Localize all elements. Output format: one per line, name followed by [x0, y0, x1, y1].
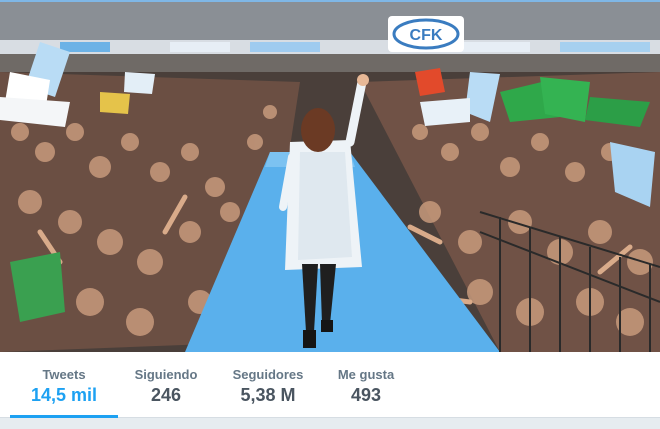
following-label: Siguiendo — [134, 367, 198, 382]
followers-label: Seguidores — [232, 367, 304, 382]
followers-count: 5,38 M — [240, 385, 296, 405]
profile-banner-image[interactable]: CFK — [0, 0, 660, 352]
following-count: 246 — [150, 385, 182, 405]
likes-tab[interactable]: Me gusta 493 — [328, 352, 404, 418]
profile-stats-nav: Tweets 14,5 mil Siguiendo 246 Seguidores… — [0, 352, 660, 418]
tweets-tab[interactable]: Tweets 14,5 mil — [10, 352, 118, 418]
profile-header: CFK Tweets 14,5 mil Siguiendo 246 Seguid… — [0, 0, 660, 429]
tweets-count: 14,5 mil — [30, 385, 98, 405]
page-background-strip — [0, 418, 660, 429]
likes-label: Me gusta — [337, 367, 395, 382]
rally-photo: CFK — [0, 2, 660, 352]
followers-tab[interactable]: Seguidores 5,38 M — [225, 352, 311, 418]
following-tab[interactable]: Siguiendo 246 — [127, 352, 205, 418]
likes-count: 493 — [350, 385, 382, 405]
tweets-label: Tweets — [42, 367, 86, 382]
stadium-sign-text: CFK — [410, 27, 443, 44]
